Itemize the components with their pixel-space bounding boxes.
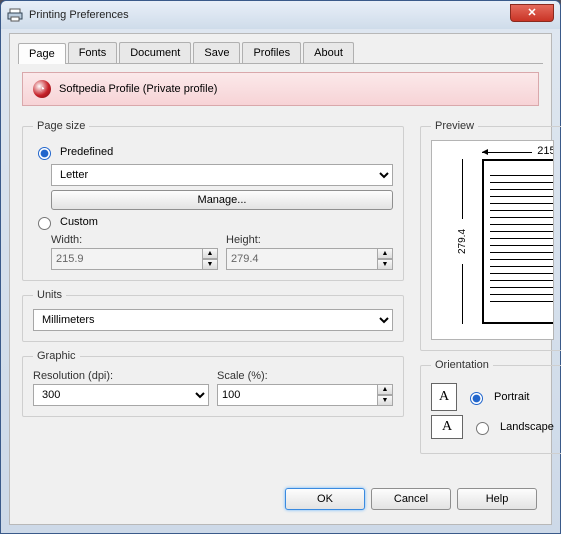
titlebar[interactable]: Printing Preferences ✕ (1, 1, 560, 29)
units-select[interactable]: Millimeters (33, 309, 393, 331)
paper-select[interactable]: Letter (51, 164, 393, 186)
width-input[interactable] (51, 248, 202, 270)
orientation-legend: Orientation (431, 359, 493, 371)
preview-group: Preview 215.9 279.4 (420, 120, 561, 351)
spin-up-icon[interactable]: ▲ (377, 248, 393, 259)
tab-profiles[interactable]: Profiles (242, 42, 301, 63)
preview-page-icon (482, 159, 554, 324)
predefined-radio[interactable] (38, 147, 51, 160)
width-spin[interactable]: ▲▼ (51, 248, 218, 270)
orientation-group: Orientation A Portrait A Landscape (420, 359, 561, 454)
preview-height-dim: 279.4 (452, 159, 474, 324)
profile-icon: ◔ (33, 80, 51, 98)
profile-bar: ◔ Softpedia Profile (Private profile) (22, 72, 539, 106)
tab-about[interactable]: About (303, 42, 354, 63)
landscape-icon: A (431, 415, 463, 439)
spin-down-icon[interactable]: ▼ (377, 259, 393, 270)
custom-label: Custom (60, 216, 98, 228)
resolution-label: Resolution (dpi): (33, 370, 209, 382)
spin-up-icon[interactable]: ▲ (377, 384, 393, 395)
preview-width-dim: 215.9 (482, 145, 554, 157)
height-label: Height: (226, 234, 393, 246)
spin-down-icon[interactable]: ▼ (202, 259, 218, 270)
ok-button[interactable]: OK (285, 488, 365, 510)
preview-box: 215.9 279.4 (431, 140, 554, 340)
preview-legend: Preview (431, 120, 478, 132)
tab-page[interactable]: Page (18, 43, 66, 64)
units-legend: Units (33, 289, 66, 301)
profile-label: Softpedia Profile (Private profile) (59, 83, 217, 95)
cancel-button[interactable]: Cancel (371, 488, 451, 510)
dialog-footer: OK Cancel Help (285, 488, 537, 510)
height-spin[interactable]: ▲▼ (226, 248, 393, 270)
window: Printing Preferences ✕ Page Fonts Docume… (0, 0, 561, 534)
portrait-radio[interactable] (470, 392, 483, 405)
pagesize-group: Page size Predefined Letter Manage... (22, 120, 404, 281)
close-button[interactable]: ✕ (510, 4, 554, 22)
graphic-group: Graphic Resolution (dpi): 300 Scale (%): (22, 350, 404, 417)
predefined-label: Predefined (60, 146, 113, 158)
resolution-select[interactable]: 300 (33, 384, 209, 406)
spin-up-icon[interactable]: ▲ (202, 248, 218, 259)
scale-input[interactable] (217, 384, 377, 406)
scale-spin[interactable]: ▲▼ (217, 384, 393, 406)
portrait-label: Portrait (494, 391, 529, 403)
client-area: Page Fonts Document Save Profiles About … (9, 33, 552, 525)
help-button[interactable]: Help (457, 488, 537, 510)
spin-down-icon[interactable]: ▼ (377, 395, 393, 406)
tab-fonts[interactable]: Fonts (68, 42, 118, 63)
landscape-radio[interactable] (476, 422, 489, 435)
width-label: Width: (51, 234, 218, 246)
window-title: Printing Preferences (29, 9, 129, 21)
graphic-legend: Graphic (33, 350, 80, 362)
landscape-label: Landscape (500, 421, 554, 433)
tab-document[interactable]: Document (119, 42, 191, 63)
scale-label: Scale (%): (217, 370, 393, 382)
printer-icon (7, 7, 23, 23)
portrait-icon: A (431, 383, 457, 411)
pagesize-legend: Page size (33, 120, 89, 132)
custom-radio[interactable] (38, 217, 51, 230)
units-group: Units Millimeters (22, 289, 404, 342)
tabstrip: Page Fonts Document Save Profiles About (18, 42, 543, 64)
tab-save[interactable]: Save (193, 42, 240, 63)
height-input[interactable] (226, 248, 377, 270)
manage-button[interactable]: Manage... (51, 190, 393, 210)
